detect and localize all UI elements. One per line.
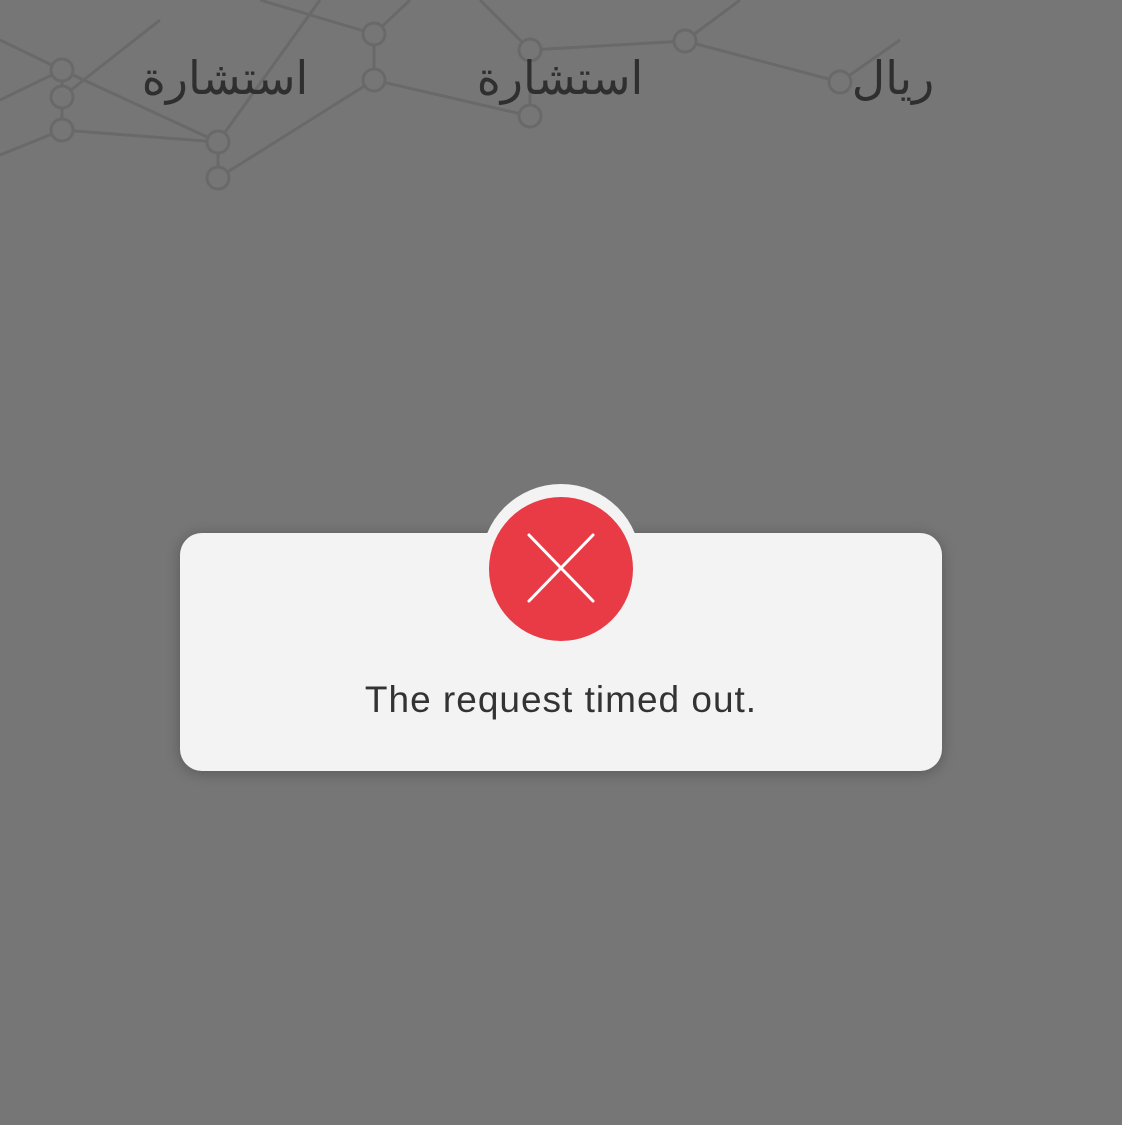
screen: 2 استشارة 1 استشارة ٥٧٥ ريال The request… <box>0 0 1122 1125</box>
error-x-icon <box>489 497 633 641</box>
error-message: The request timed out. <box>364 679 758 720</box>
